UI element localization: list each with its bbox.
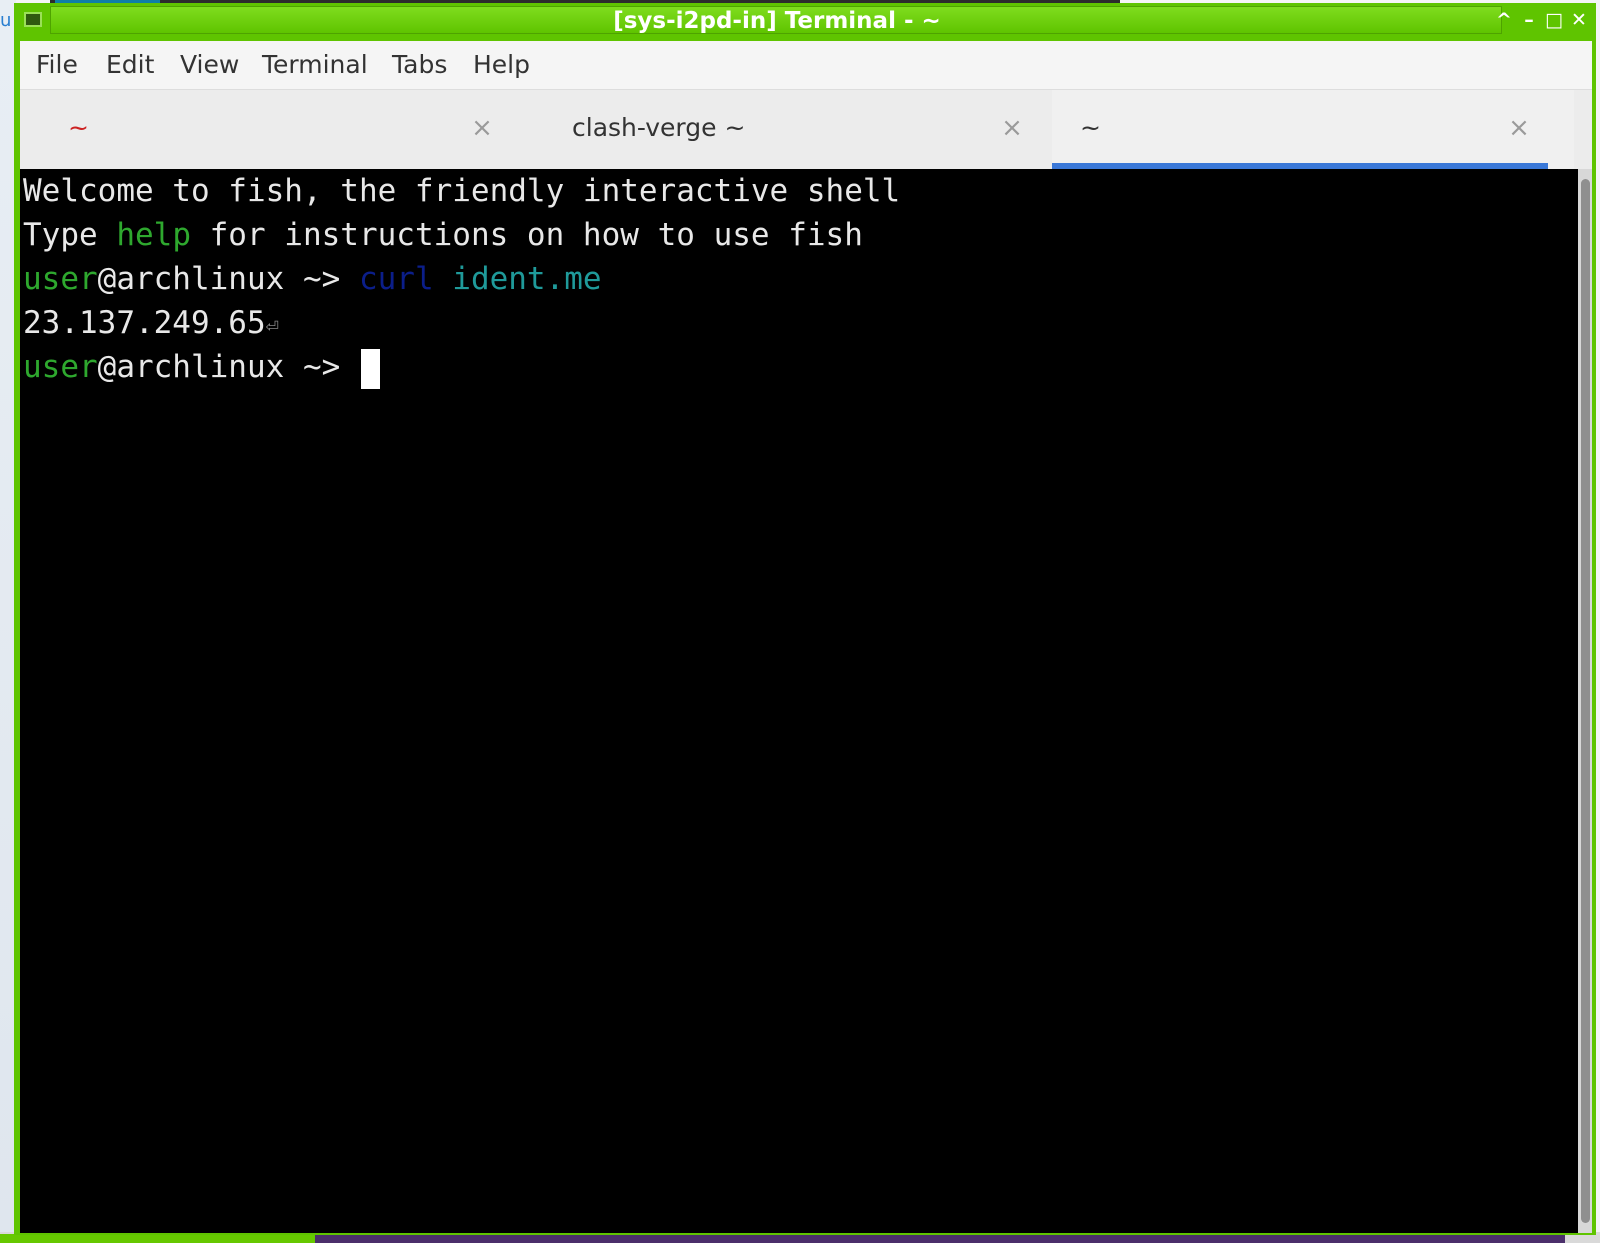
command-line: user@archlinux ~> curl ident.me [23, 257, 602, 301]
prompt-host: @archlinux [97, 261, 285, 297]
tab-home-active[interactable]: ~ × [1052, 90, 1574, 170]
terminal-window: [sys-i2pd-in] Terminal - ~ ^ – □ ✕ File … [14, 3, 1596, 1235]
tab-clash-verge[interactable]: clash-verge ~ × [530, 90, 1052, 170]
title-bar[interactable]: [sys-i2pd-in] Terminal - ~ ^ – □ ✕ [14, 3, 1596, 37]
tab-label: ~ [1080, 113, 1101, 142]
close-window-button[interactable]: ✕ [1569, 9, 1589, 31]
tab-bar: ~ × clash-verge ~ × ~ × [20, 89, 1592, 170]
desktop-bottom-purple [315, 1234, 1565, 1243]
active-prompt-line[interactable]: user@archlinux ~> [23, 345, 380, 389]
prompt-user: user [23, 349, 98, 385]
close-tab-icon[interactable]: × [467, 112, 497, 144]
command-argument: ident.me [452, 261, 602, 297]
prompt-host: @archlinux [97, 349, 285, 385]
menu-help[interactable]: Help [473, 41, 530, 89]
help-hint-post: for instructions on how to use fish [190, 217, 863, 253]
menu-view[interactable]: View [180, 41, 239, 89]
ip-output: 23.137.249.65 [23, 305, 266, 341]
welcome-line: Welcome to fish, the friendly interactiv… [23, 173, 901, 209]
close-tab-icon[interactable]: × [1504, 112, 1534, 144]
menu-terminal[interactable]: Terminal [262, 41, 368, 89]
window-title: [sys-i2pd-in] Terminal - ~ [613, 8, 941, 34]
menu-tabs[interactable]: Tabs [392, 41, 447, 89]
tab-label: clash-verge ~ [572, 113, 746, 142]
window-menu-icon[interactable] [24, 12, 42, 27]
help-hint-pre: Type [23, 217, 117, 253]
terminal-output-area[interactable]: Welcome to fish, the friendly interactiv… [20, 169, 1578, 1233]
help-hint-line: Type help for instructions on how to use… [23, 213, 863, 257]
prompt-dir-arrow: ~> [284, 349, 359, 385]
close-tab-icon[interactable]: × [997, 112, 1027, 144]
menu-file[interactable]: File [36, 41, 78, 89]
text-cursor [360, 348, 380, 389]
menu-bar: File Edit View Terminal Tabs Help [20, 41, 1592, 89]
maximize-button[interactable]: □ [1544, 9, 1564, 31]
output-line: 23.137.249.65⏎ [23, 301, 279, 345]
terminal-scrollbar[interactable] [1578, 169, 1592, 1233]
prompt-user: user [23, 261, 98, 297]
command-name: curl [358, 261, 434, 297]
prompt-dir-arrow: ~> [284, 261, 359, 297]
return-symbol-icon: ⏎ [265, 314, 279, 339]
help-command: help [116, 217, 191, 253]
menu-edit[interactable]: Edit [106, 41, 154, 89]
desktop-bottom-green [0, 1234, 315, 1243]
tab-label: ~ [68, 113, 89, 142]
scrollbar-thumb[interactable] [1581, 179, 1590, 1223]
tab-home-1[interactable]: ~ × [20, 90, 530, 170]
shade-button[interactable]: ^ [1494, 9, 1514, 31]
command-space [434, 261, 453, 297]
title-area[interactable]: [sys-i2pd-in] Terminal - ~ [50, 6, 1502, 34]
minimize-button[interactable]: – [1519, 9, 1539, 31]
